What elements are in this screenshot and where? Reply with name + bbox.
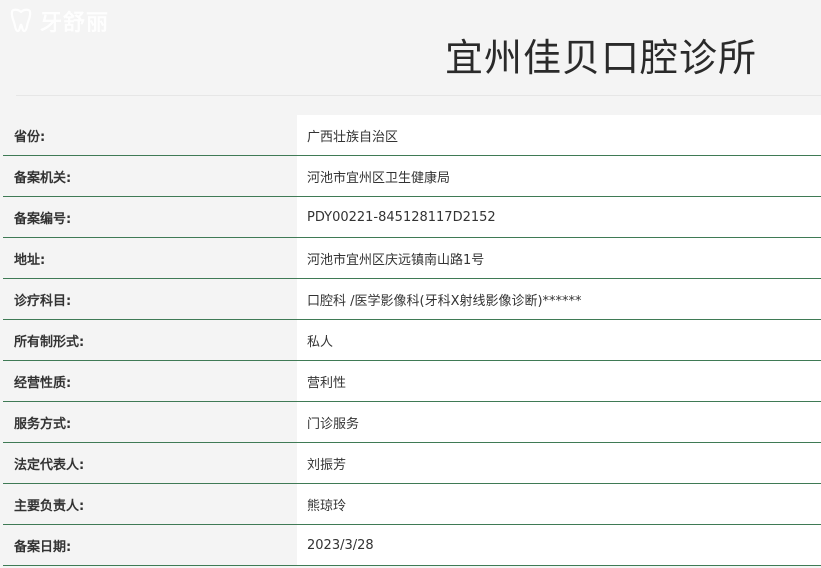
field-label: 经营性质: <box>3 361 297 401</box>
field-label: 备案日期: <box>3 525 297 565</box>
table-row: 备案机关: 河池市宜州区卫生健康局 <box>3 156 821 197</box>
field-value: 刘振芳 <box>297 443 821 483</box>
field-value: PDY00221-845128117D2152 <box>297 197 821 237</box>
table-row: 备案日期: 2023/3/28 <box>3 525 821 566</box>
field-value: 河池市宜州区卫生健康局 <box>297 156 821 196</box>
field-value: 私人 <box>297 320 821 360</box>
field-value: 门诊服务 <box>297 402 821 442</box>
table-row: 服务方式: 门诊服务 <box>3 402 821 443</box>
field-value: 营利性 <box>297 361 821 401</box>
field-value: 熊琼玲 <box>297 484 821 524</box>
table-row: 地址: 河池市宜州区庆远镇南山路1号 <box>3 238 821 279</box>
table-row: 经营性质: 营利性 <box>3 361 821 402</box>
field-value: 广西壮族自治区 <box>297 115 821 155</box>
field-label: 主要负责人: <box>3 484 297 524</box>
info-table: 省份: 广西壮族自治区 备案机关: 河池市宜州区卫生健康局 备案编号: PDY0… <box>3 115 821 566</box>
field-label: 备案机关: <box>3 156 297 196</box>
field-label: 所有制形式: <box>3 320 297 360</box>
table-row: 所有制形式: 私人 <box>3 320 821 361</box>
title-divider <box>16 95 821 96</box>
field-label: 备案编号: <box>3 197 297 237</box>
table-row: 备案编号: PDY00221-845128117D2152 <box>3 197 821 238</box>
table-row: 诊疗科目: 口腔科 /医学影像科(牙科X射线影像诊断)****** <box>3 279 821 320</box>
field-label: 诊疗科目: <box>3 279 297 319</box>
field-label: 省份: <box>3 115 297 155</box>
field-label: 法定代表人: <box>3 443 297 483</box>
field-value: 2023/3/28 <box>297 525 821 565</box>
field-label: 服务方式: <box>3 402 297 442</box>
field-value: 口腔科 /医学影像科(牙科X射线影像诊断)****** <box>297 279 821 319</box>
field-label: 地址: <box>3 238 297 278</box>
table-row: 主要负责人: 熊琼玲 <box>3 484 821 525</box>
table-row: 法定代表人: 刘振芳 <box>3 443 821 484</box>
table-row: 省份: 广西壮族自治区 <box>3 115 821 156</box>
page-title: 宜州佳贝口腔诊所 <box>445 36 758 80</box>
field-value: 河池市宜州区庆远镇南山路1号 <box>297 238 821 278</box>
